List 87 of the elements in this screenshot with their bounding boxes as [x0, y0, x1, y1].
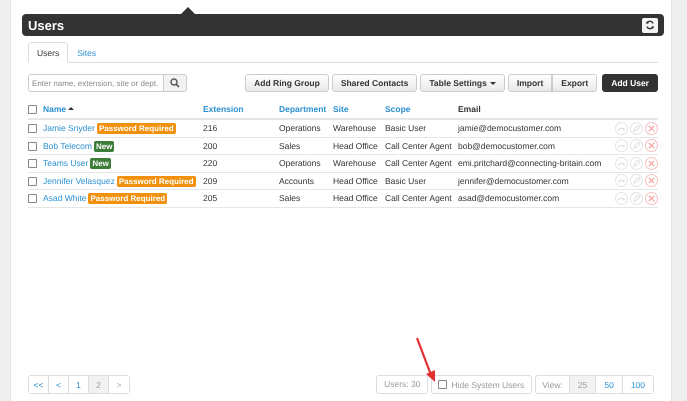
row-checkbox[interactable]: [28, 176, 37, 186]
edit-action-icon[interactable]: [630, 122, 643, 135]
column-header: Email: [458, 104, 481, 114]
view-label: View:: [541, 380, 564, 390]
table-cell: Head Office: [333, 140, 378, 151]
table-cell: Basic User: [385, 123, 426, 134]
table-cell: Operations: [279, 123, 321, 134]
status-badge: Password Required: [116, 176, 196, 187]
pagination-button[interactable]: <<: [29, 376, 49, 393]
table-cell: Basic User: [385, 176, 426, 186]
edit-action-icon[interactable]: [630, 192, 643, 205]
toolbar-button[interactable]: Add Ring Group: [245, 74, 329, 92]
table-cell: Call Center Agent: [385, 193, 452, 204]
phone-action-icon[interactable]: [615, 139, 628, 152]
phone-action-icon[interactable]: [615, 192, 628, 205]
delete-action-icon[interactable]: [645, 192, 658, 205]
table-cell: Sales: [279, 193, 300, 204]
select-all-checkbox[interactable]: [28, 105, 37, 114]
table-cell: Call Center Agent: [385, 140, 452, 151]
toolbar-button[interactable]: Add User: [602, 74, 658, 92]
hide-system-users-toggle[interactable]: Hide System Users: [431, 375, 532, 394]
column-header[interactable]: Site: [333, 104, 349, 114]
toolbar-button[interactable]: Import: [508, 74, 552, 92]
search-icon: [170, 78, 180, 88]
row-checkbox[interactable]: [28, 124, 37, 134]
status-badge: Password Required: [88, 193, 168, 204]
toolbar-button[interactable]: Table Settings: [420, 74, 505, 92]
column-header[interactable]: Department: [279, 104, 326, 114]
table-cell: Warehouse: [333, 123, 376, 134]
tab[interactable]: Sites: [68, 42, 106, 63]
refresh-button[interactable]: [642, 18, 658, 32]
search-field[interactable]: Enter name, extension, site or dept.: [28, 74, 164, 92]
table-cell: asad@democustomer.com: [458, 193, 560, 204]
column-header[interactable]: Extension: [203, 104, 244, 114]
row-checkbox[interactable]: [28, 159, 37, 168]
edit-action-icon[interactable]: [630, 174, 643, 188]
table-cell: 216: [203, 123, 218, 134]
user-name-link[interactable]: Bob Telecom: [43, 140, 92, 151]
table-cell: Sales: [279, 140, 300, 151]
toolbar-button[interactable]: Export: [552, 74, 598, 92]
phone-action-icon[interactable]: [615, 174, 628, 188]
phone-action-icon[interactable]: [615, 156, 628, 170]
edit-action-icon[interactable]: [630, 139, 643, 152]
table-cell: Head Office: [333, 176, 378, 186]
table-cell: 200: [203, 140, 218, 151]
table-cell: emi.pritchard@connecting-britain.com: [458, 158, 602, 168]
column-header[interactable]: Scope: [385, 104, 411, 114]
search-button[interactable]: [164, 74, 187, 92]
delete-action-icon[interactable]: [645, 139, 658, 152]
refresh-icon: [645, 20, 655, 30]
table-cell: Call Center Agent: [385, 158, 452, 168]
table-cell: Head Office: [333, 193, 378, 204]
table-cell: 205: [203, 193, 218, 204]
user-count: Users: 30: [376, 375, 428, 394]
user-name-link[interactable]: Asad White: [43, 193, 86, 204]
toolbar-button[interactable]: Shared Contacts: [332, 74, 418, 92]
edit-action-icon[interactable]: [630, 156, 643, 170]
table-cell: Accounts: [279, 176, 314, 186]
row-checkbox[interactable]: [28, 142, 37, 151]
caret-icon: [490, 82, 496, 84]
delete-action-icon[interactable]: [645, 122, 658, 135]
user-name-link[interactable]: Teams User: [43, 158, 88, 168]
table-cell: jamie@democustomer.com: [458, 123, 562, 134]
column-header[interactable]: Name: [43, 104, 74, 114]
page-size-button[interactable]: 25: [568, 376, 596, 393]
checkbox[interactable]: [438, 380, 448, 389]
status-badge: New: [90, 158, 111, 170]
row-checkbox[interactable]: [28, 194, 37, 204]
table-cell: Warehouse: [333, 158, 376, 168]
page-title: Users: [28, 18, 64, 32]
page-size-button[interactable]: 100: [622, 376, 653, 393]
user-name-link[interactable]: Jamie Snyder: [43, 123, 95, 134]
table-cell: jennifer@democustomer.com: [458, 176, 569, 186]
sort-ascending-icon: [68, 107, 74, 110]
pagination-button[interactable]: 2: [89, 376, 109, 393]
phone-action-icon[interactable]: [615, 122, 628, 135]
delete-action-icon[interactable]: [645, 156, 658, 170]
table-cell: Operations: [279, 158, 321, 168]
delete-action-icon[interactable]: [645, 174, 658, 188]
user-name-link[interactable]: Jennifer Velasquez: [43, 176, 115, 186]
table-cell: 220: [203, 158, 218, 168]
table-cell: 209: [203, 176, 218, 186]
checkbox-label: Hide System Users: [451, 380, 524, 390]
status-badge: New: [94, 140, 114, 152]
table-cell: bob@democustomer.com: [458, 140, 555, 151]
status-badge: Password Required: [96, 123, 176, 134]
tab[interactable]: Users: [28, 42, 68, 63]
